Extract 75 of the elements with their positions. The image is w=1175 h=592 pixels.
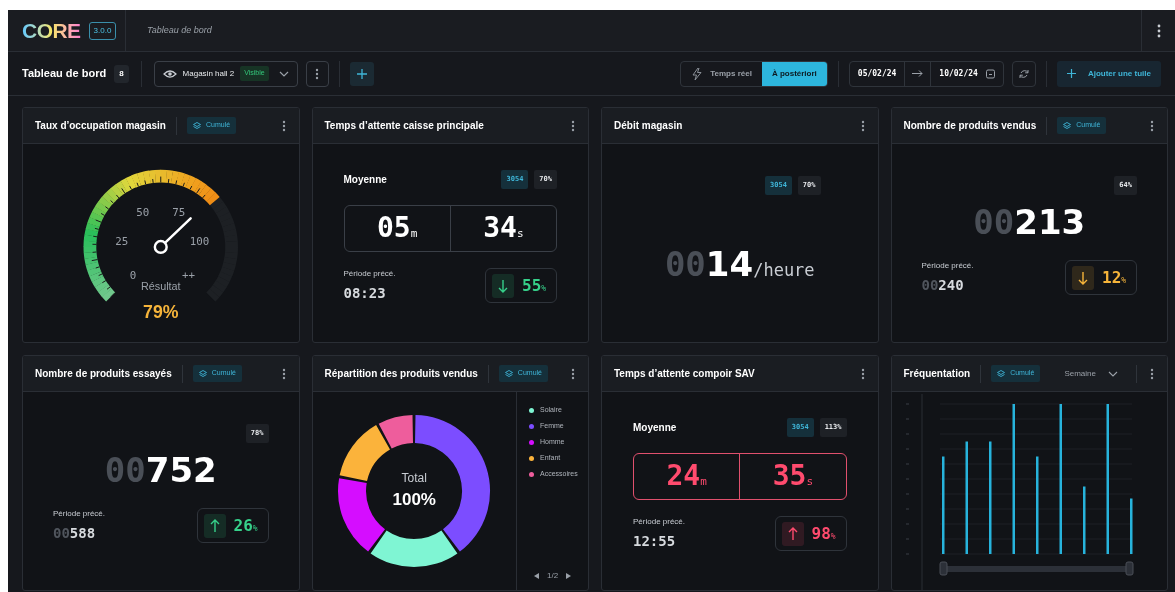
previous-label: Période précé. bbox=[53, 507, 106, 520]
trend-value: 26% bbox=[233, 514, 258, 537]
trend-value: 12% bbox=[1102, 266, 1127, 289]
arrow-right-icon bbox=[912, 70, 924, 77]
count-badge: 8 bbox=[114, 64, 129, 83]
chevron-down-icon bbox=[278, 70, 289, 77]
previous-page-icon[interactable] bbox=[534, 573, 539, 579]
rate-value: 0014/heure bbox=[664, 242, 815, 286]
counter-value: 00213 bbox=[973, 200, 1086, 244]
trend-value: 55% bbox=[522, 274, 547, 297]
refresh-icon bbox=[1018, 68, 1029, 79]
mode-tab[interactable]: À postériori bbox=[761, 61, 827, 86]
minutes-value: 24m bbox=[666, 458, 707, 494]
counter-value: 00752 bbox=[104, 448, 217, 492]
tile-title: Répartition des produits vendus bbox=[324, 367, 478, 381]
average-label: Moyenne bbox=[633, 420, 677, 435]
scale-label: 0 bbox=[129, 268, 137, 282]
tile-title: Temps d’attente caisse principale bbox=[324, 119, 484, 133]
total-label: Total bbox=[401, 470, 427, 488]
minutes-value: 05m bbox=[376, 210, 418, 246]
layers-icon bbox=[1063, 122, 1072, 129]
calendar-icon[interactable] bbox=[985, 68, 995, 79]
refresh-button[interactable] bbox=[1011, 60, 1036, 87]
previous-label: Période précé. bbox=[633, 515, 686, 528]
layers-icon bbox=[504, 370, 513, 377]
breadcrumb[interactable]: Tableau de bord bbox=[147, 23, 212, 38]
range-handle[interactable] bbox=[1125, 561, 1133, 576]
scale-label: 25 bbox=[115, 234, 129, 248]
scale-label: 50 bbox=[136, 205, 150, 219]
tile-title: Nombre de produits vendus bbox=[903, 119, 1037, 133]
period-select[interactable]: Semaine bbox=[1064, 367, 1126, 380]
plus-icon bbox=[356, 68, 367, 79]
seconds-value: 35s bbox=[772, 458, 814, 494]
add-button[interactable] bbox=[349, 61, 374, 86]
seconds-value: 34s bbox=[483, 210, 524, 246]
previous-label: Période précé. bbox=[921, 259, 974, 272]
tile-title: Nombre de produits essayés bbox=[35, 367, 172, 381]
layers-icon bbox=[192, 122, 201, 129]
more-icon bbox=[315, 67, 320, 80]
plus-icon bbox=[1066, 69, 1076, 78]
mode-tab[interactable]: Temps réel bbox=[681, 61, 762, 86]
layers-icon bbox=[198, 370, 207, 377]
next-page-icon[interactable] bbox=[566, 573, 572, 579]
end-date[interactable]: 10/02/24 bbox=[939, 67, 978, 80]
eye-icon bbox=[162, 67, 177, 80]
version-badge: 3.0.0 bbox=[88, 21, 117, 40]
tile-title: Fréquentation bbox=[903, 367, 971, 381]
previous-value: 00588 bbox=[53, 523, 97, 543]
scale-label: 75 bbox=[172, 205, 186, 219]
tile-title: Temps d’attente compoir SAV bbox=[614, 367, 755, 381]
layers-icon bbox=[997, 370, 1006, 377]
start-date[interactable]: 05/02/24 bbox=[849, 61, 905, 86]
previous-label: Période précé. bbox=[343, 267, 396, 280]
gauge-value: 79% bbox=[143, 301, 179, 322]
chevron-down-icon bbox=[1108, 370, 1118, 377]
total-value: 100% bbox=[392, 489, 436, 512]
previous-value: 12:55 bbox=[633, 531, 677, 551]
gauge-caption: Résultat bbox=[140, 280, 181, 293]
store-name: Magasin hall 2 bbox=[182, 67, 235, 80]
page-indicator: 1/2 bbox=[547, 570, 559, 582]
scale-label: ++ bbox=[182, 268, 196, 282]
lightning-icon bbox=[691, 67, 703, 80]
previous-value: 00240 bbox=[921, 275, 965, 295]
bar bbox=[1129, 498, 1132, 554]
scale-label: 100 bbox=[189, 234, 210, 248]
range-handle[interactable] bbox=[939, 561, 947, 576]
gauge-needle bbox=[153, 217, 192, 255]
average-label: Moyenne bbox=[343, 172, 387, 187]
trend-value: 98% bbox=[811, 522, 836, 545]
add-tile-button[interactable]: Ajouter une tuile bbox=[1056, 60, 1161, 87]
tile-title: Débit magasin bbox=[614, 119, 683, 133]
previous-value: 08:23 bbox=[343, 283, 387, 303]
page-title: Tableau de bord bbox=[22, 66, 107, 82]
tile-title: Taux d’occupation magasin bbox=[35, 119, 166, 133]
bar bbox=[1082, 486, 1085, 554]
